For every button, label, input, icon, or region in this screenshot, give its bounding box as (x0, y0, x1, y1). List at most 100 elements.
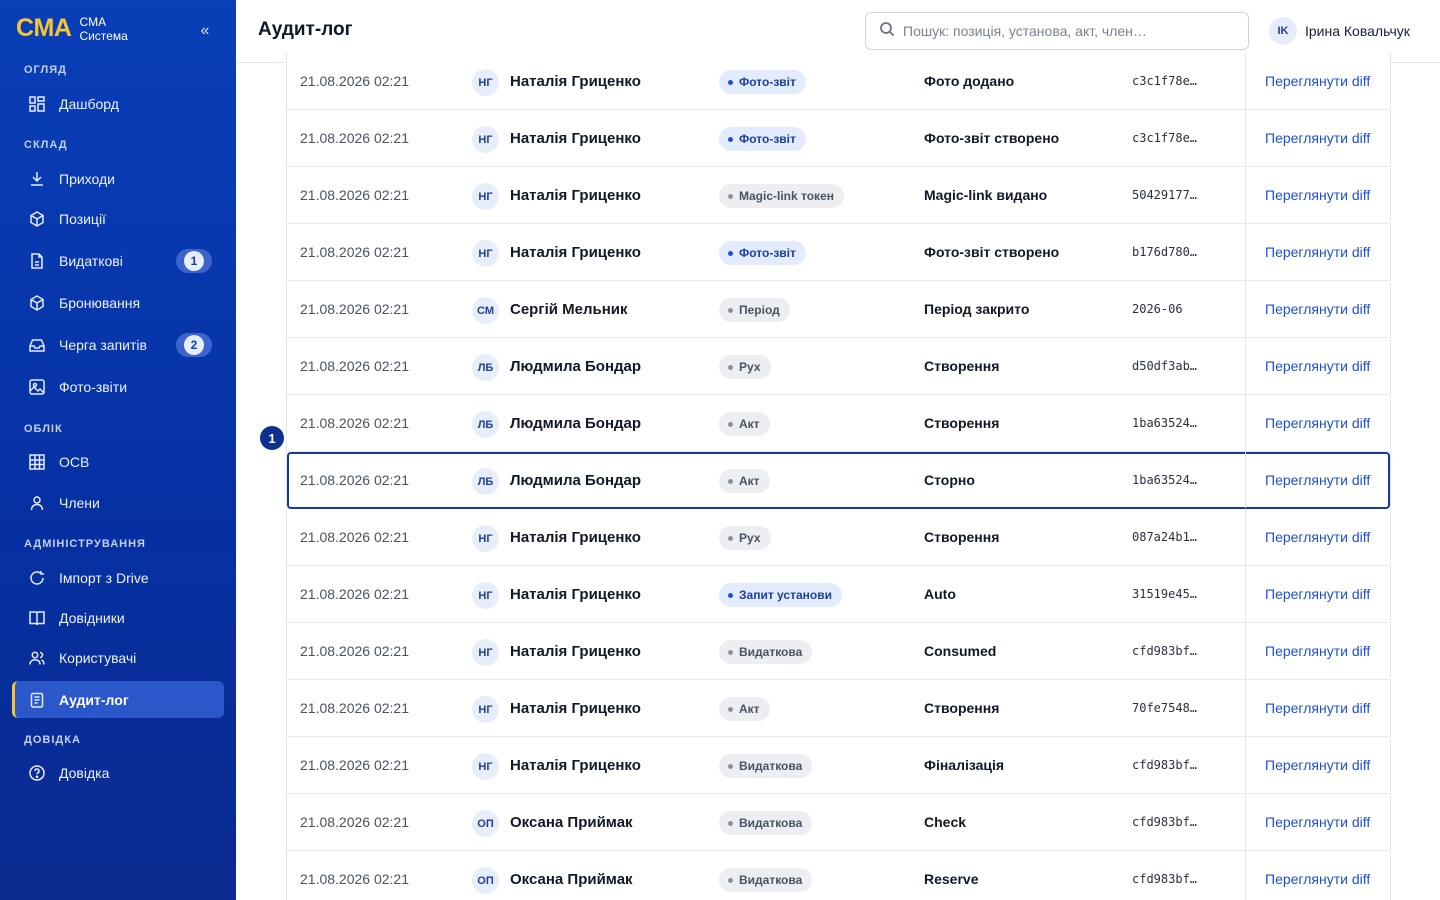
sidebar-item-import-drive[interactable]: Імпорт з Drive (12, 560, 224, 596)
view-diff-link[interactable]: Переглянути diff (1245, 452, 1391, 508)
sidebar-item-help[interactable]: Довідка (12, 755, 224, 791)
table-row[interactable]: 21.08.2026 02:21 НГ Наталія Гриценко Рух Ств… (287, 509, 1391, 566)
entity-label: Видаткова (739, 645, 803, 659)
entity-badge: Рух (719, 355, 771, 379)
table-row[interactable]: 21.08.2026 02:21 НГ Наталія Гриценко Magic-… (287, 167, 1391, 224)
view-diff-link[interactable]: Переглянути diff (1245, 623, 1391, 679)
sidebar-item-label: ОСВ (59, 454, 90, 470)
view-diff-link[interactable]: Переглянути diff (1245, 167, 1391, 223)
view-diff-link[interactable]: Переглянути diff (1245, 281, 1391, 337)
view-diff-link[interactable]: Переглянути diff (1245, 566, 1391, 622)
search-input[interactable] (903, 23, 1233, 39)
sidebar-item-label: Дашборд (59, 96, 119, 112)
action-label: Auto (924, 586, 956, 602)
view-diff-link[interactable]: Переглянути diff (1245, 680, 1391, 736)
action-label: Фото додано (924, 73, 1015, 89)
sidebar-item-members[interactable]: Члени (12, 485, 224, 521)
user-menu[interactable]: IK Ірина Ковальчук (1269, 17, 1410, 45)
sidebar-item-photo-reports[interactable]: Фото-звіти (12, 369, 224, 405)
sidebar-item-users[interactable]: Користувачі (12, 640, 224, 676)
view-diff-link[interactable]: Переглянути diff (1245, 794, 1391, 850)
record-id: b176d780… (1132, 245, 1198, 259)
row-marker: 1 (260, 426, 284, 450)
user-name: Наталія Гриценко (510, 187, 641, 204)
entity-label: Період (739, 303, 780, 317)
timestamp: 21.08.2026 02:21 (300, 700, 409, 716)
timestamp: 21.08.2026 02:21 (300, 586, 409, 602)
brand-line2: Система (79, 28, 128, 43)
collapse-sidebar-button[interactable]: « (196, 22, 214, 40)
entity-label: Акт (739, 417, 760, 431)
view-diff-link[interactable]: Переглянути diff (1245, 338, 1391, 394)
entity-badge: Magic-link токен (719, 184, 844, 208)
sidebar-item-label: Довідники (59, 610, 125, 626)
dot-icon (728, 136, 733, 142)
table-row[interactable]: 21.08.2026 02:21 ЛБ Людмила Бондар Рух Створ… (287, 338, 1391, 395)
user-name: Наталія Гриценко (510, 643, 641, 660)
entity-label: Рух (739, 360, 761, 374)
section-help: Довідка (24, 734, 81, 746)
entity-label: Фото-звіт (739, 132, 796, 146)
view-diff-link[interactable]: Переглянути diff (1245, 737, 1391, 793)
user-name: Людмила Бондар (510, 415, 642, 432)
avatar: ЛБ (472, 411, 499, 438)
table-row[interactable]: 21.08.2026 02:21 ЛБ Людмила Бондар Акт Сторн… (287, 452, 1391, 509)
sidebar-item-booking[interactable]: Бронювання (12, 285, 224, 321)
entity-label: Акт (739, 474, 760, 488)
table-row[interactable]: 21.08.2026 02:21 ОП Оксана Приймак Видатков… (287, 851, 1391, 900)
view-diff-link[interactable]: Переглянути diff (1245, 53, 1391, 109)
avatar: НГ (472, 183, 499, 210)
sidebar-item-osv[interactable]: ОСВ (12, 444, 224, 480)
entity-badge: Видаткова (719, 754, 813, 778)
record-id: cfd983bf… (1132, 758, 1198, 772)
table-row[interactable]: 21.08.2026 02:21 НГ Наталія Гриценко Видатк… (287, 623, 1391, 680)
record-id: cfd983bf… (1132, 815, 1198, 829)
brand-logo: CMA (16, 14, 72, 42)
grid-icon (28, 95, 46, 113)
view-diff-link[interactable]: Переглянути diff (1245, 110, 1391, 166)
brand-line1: CMA (79, 14, 107, 29)
timestamp: 21.08.2026 02:21 (300, 415, 409, 431)
sidebar-item-label: Видаткові (59, 253, 123, 269)
table-row[interactable]: 21.08.2026 02:21 ОП Оксана Приймак Видатков… (287, 794, 1391, 851)
entity-badge: Видаткова (719, 640, 813, 664)
count-badge-value: 1 (184, 251, 204, 271)
avatar: ОП (472, 867, 499, 894)
entity-badge: Акт (719, 697, 770, 721)
table-row[interactable]: 21.08.2026 02:21 СМ Сергій Мельник Період Пе… (287, 281, 1391, 338)
avatar: НГ (472, 753, 499, 780)
entity-badge: Фото-звіт (719, 127, 806, 151)
table-row[interactable]: 21.08.2026 02:21 НГ Наталія Гриценко Фото-з… (287, 53, 1391, 110)
view-diff-link[interactable]: Переглянути diff (1245, 224, 1391, 280)
entity-label: Magic-link токен (739, 189, 834, 203)
view-diff-link[interactable]: Переглянути diff (1245, 851, 1391, 900)
sidebar-item-dashboard[interactable]: Дашборд (12, 86, 224, 122)
sidebar-item-request-queue[interactable]: Черга запитів 2 (12, 327, 224, 363)
timestamp: 21.08.2026 02:21 (300, 871, 409, 887)
avatar: НГ (472, 240, 499, 267)
sidebar-item-positions[interactable]: Позиції (12, 201, 224, 237)
table-row[interactable]: 21.08.2026 02:21 НГ Наталія Гриценко Фото-з… (287, 110, 1391, 167)
sidebar-item-expense[interactable]: Видаткові 1 (12, 243, 224, 279)
entity-badge: Фото-звіт (719, 70, 806, 94)
download-icon (28, 170, 46, 188)
dot-icon (728, 250, 733, 256)
sidebar-item-label: Черга запитів (59, 337, 147, 353)
timestamp: 21.08.2026 02:21 (300, 301, 409, 317)
table-row[interactable]: 21.08.2026 02:21 НГ Наталія Гриценко Акт Ств… (287, 680, 1391, 737)
table-row[interactable]: 21.08.2026 02:21 НГ Наталія Гриценко Фото-з… (287, 224, 1391, 281)
brand[interactable]: CMA CMA Система (16, 14, 128, 43)
sidebar-item-directories[interactable]: Довідники (12, 600, 224, 636)
view-diff-link[interactable]: Переглянути diff (1245, 395, 1391, 451)
table-row[interactable]: 21.08.2026 02:21 НГ Наталія Гриценко Запит … (287, 566, 1391, 623)
sidebar-item-receipts[interactable]: Приходи (12, 161, 224, 197)
view-diff-link[interactable]: Переглянути diff (1245, 509, 1391, 565)
brand-text: CMA Система (79, 15, 127, 43)
help-icon (28, 764, 46, 782)
count-badge: 2 (176, 333, 212, 357)
search-box[interactable] (865, 12, 1249, 50)
table-row[interactable]: 21.08.2026 02:21 ЛБ Людмила Бондар Акт Створ… (287, 395, 1391, 452)
table-row[interactable]: 21.08.2026 02:21 НГ Наталія Гриценко Видатк… (287, 737, 1391, 794)
sidebar-item-audit-log[interactable]: Аудит-лог (12, 681, 224, 718)
action-label: Створення (924, 529, 1000, 545)
